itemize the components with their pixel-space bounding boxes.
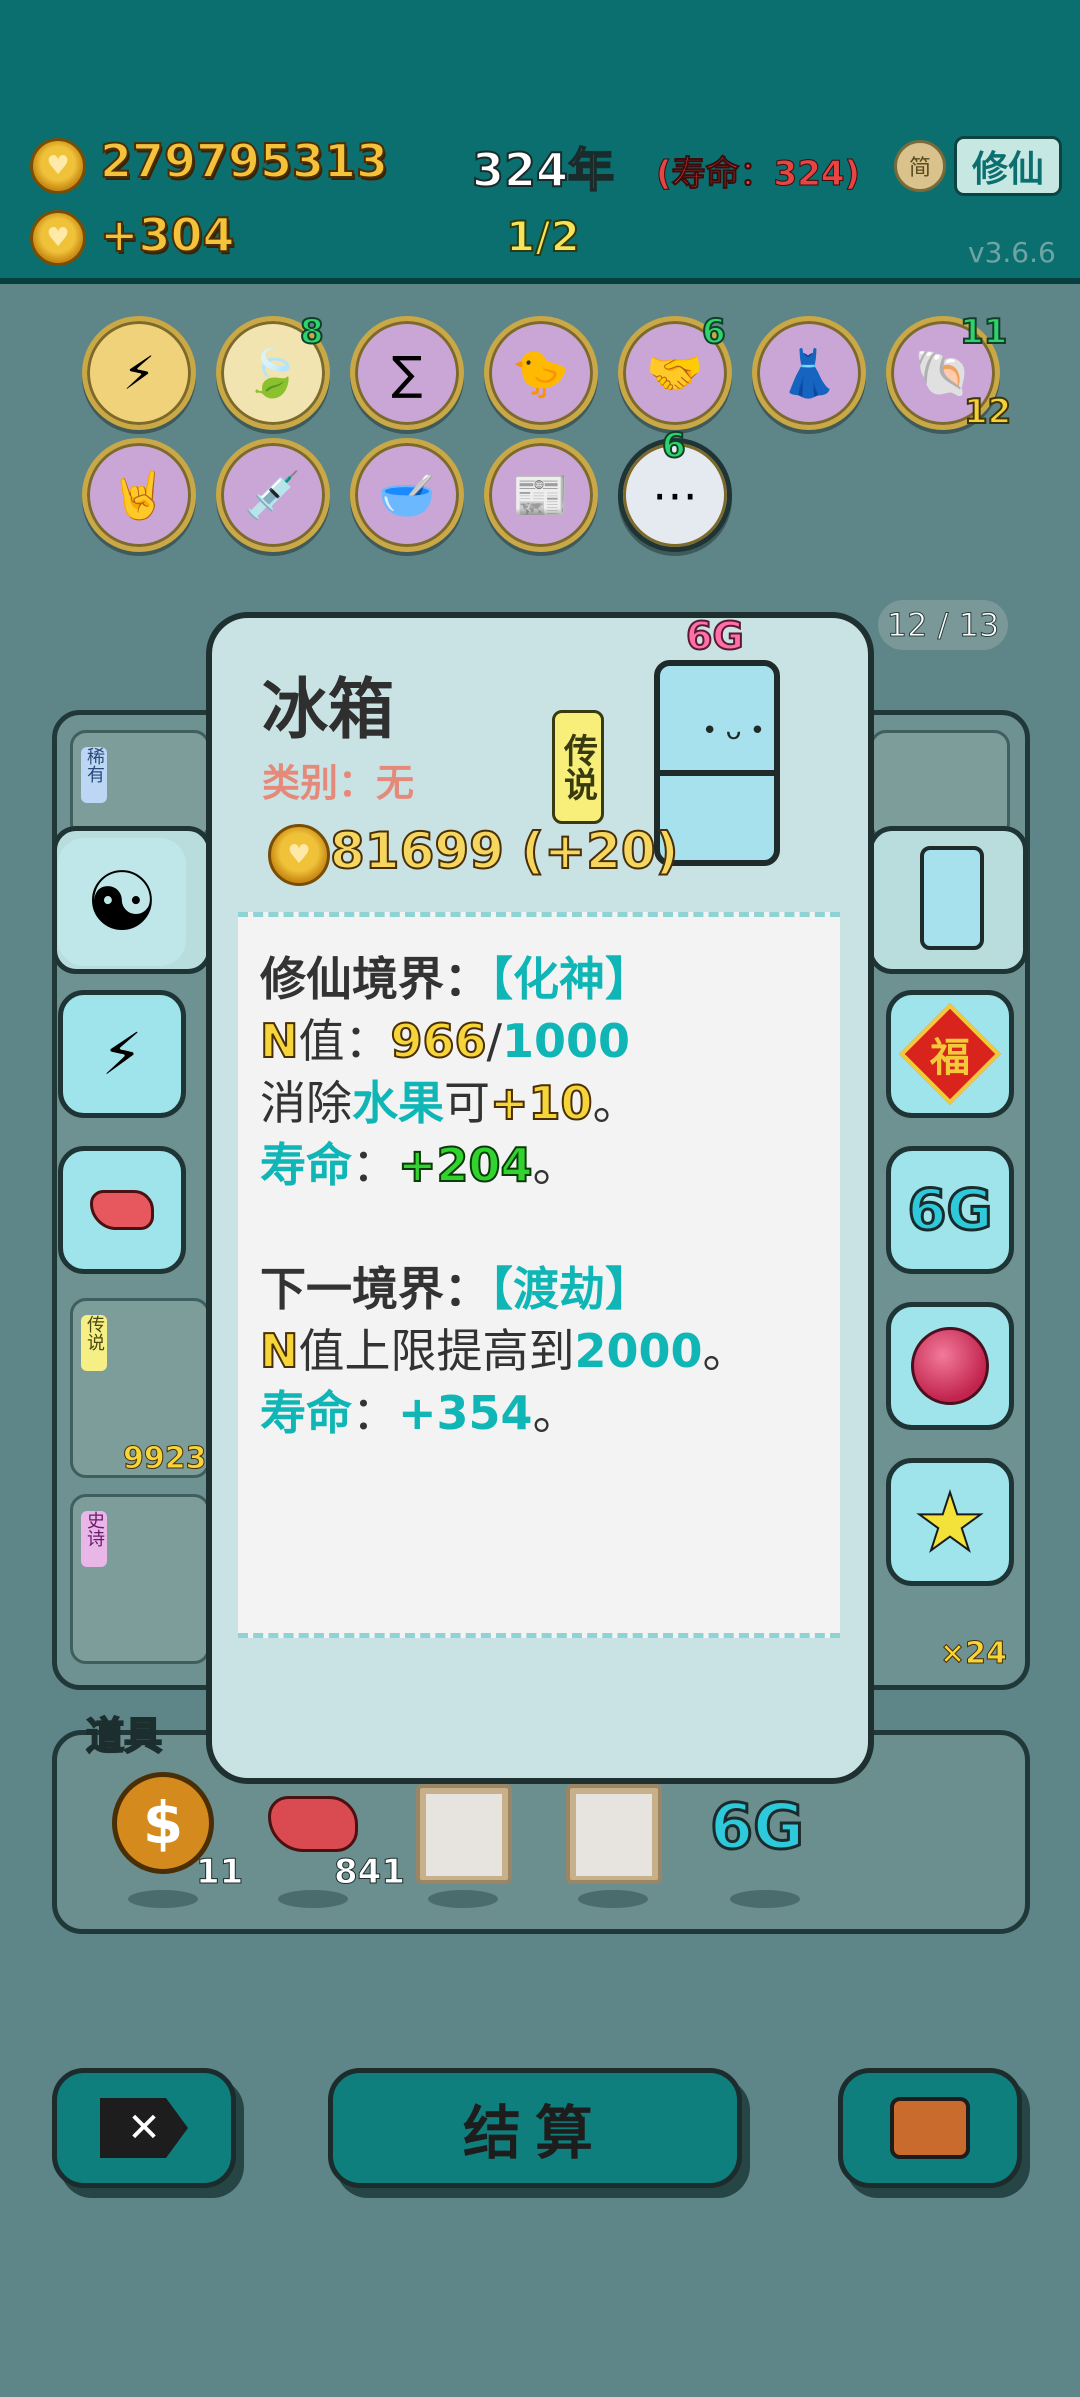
tools-label: 道具	[85, 1713, 163, 1759]
next-realm-value: 【渡劫】	[490, 1262, 651, 1316]
realm-label: 修仙境界：	[260, 952, 490, 1006]
lightning-icon[interactable]: ⚡	[82, 316, 196, 430]
tool-count: 11	[195, 1852, 244, 1893]
syringe-chick-icon[interactable]: 💉	[216, 438, 330, 552]
year-counter: 324年	[471, 142, 615, 198]
badge-count: 6	[701, 311, 727, 353]
liver-icon[interactable]	[58, 1146, 186, 1274]
n-max: 1000	[502, 1014, 631, 1068]
eliminate-prefix: 消除	[260, 1076, 352, 1130]
liver-icon[interactable]	[268, 1796, 358, 1852]
exit-button[interactable]: ✕	[52, 2068, 236, 2188]
coin-rate: +304	[99, 207, 236, 263]
period: 。	[532, 1386, 579, 1440]
skirt-icon[interactable]: 👗	[752, 316, 866, 430]
lifespan-label: (寿命：324)	[655, 154, 861, 195]
yin-yang-icon[interactable]: ☯	[58, 838, 186, 966]
board-card[interactable]	[870, 730, 1010, 840]
n-current: 966	[389, 1013, 487, 1069]
realm-line: 修仙境界：【化神】	[260, 943, 651, 1009]
rarity-tag: 传说	[552, 710, 604, 824]
life-label: 寿命	[260, 1386, 352, 1440]
tool-shadow	[128, 1890, 198, 1908]
life-label: 寿命	[260, 1138, 352, 1192]
empty-slot-icon[interactable]	[416, 1784, 512, 1884]
n-separator: /	[486, 1014, 503, 1068]
page-counter: 1/2	[505, 211, 581, 262]
lychee-icon[interactable]	[886, 1302, 1014, 1430]
exit-icon: ✕	[100, 2098, 188, 2158]
coin-icon: ♥	[268, 824, 330, 886]
eliminate-line: 消除水果可+10。	[260, 1067, 639, 1133]
board-card[interactable]: 传说 9923	[70, 1298, 210, 1478]
n-value-line: N值：966/1000	[259, 1005, 631, 1071]
bowl-icon[interactable]: 🥣	[350, 438, 464, 552]
tool-shadow	[578, 1890, 648, 1908]
6g-tag: 6G	[685, 613, 745, 659]
6g-icon[interactable]: 6G	[708, 1789, 805, 1865]
item-count: ×24	[940, 1636, 1008, 1672]
period: 。	[702, 1324, 749, 1378]
period: 。	[532, 1138, 579, 1192]
n-cap-text: 值上限提高到	[298, 1324, 575, 1378]
realm-value: 【化神】	[490, 952, 651, 1006]
next-life-value: +354	[398, 1386, 533, 1440]
tool-shadow	[730, 1890, 800, 1908]
badge-count: 8	[299, 311, 325, 353]
rarity-tag: 史诗	[81, 1511, 107, 1567]
xiuxian-button[interactable]: 修仙	[954, 136, 1062, 196]
card-number: 9923	[123, 1441, 207, 1477]
version-label: v3.6.6	[968, 236, 1056, 269]
6g-icon[interactable]: 6G	[886, 1146, 1014, 1274]
coin-rate-icon: ♥	[30, 210, 86, 266]
item-price: 81699 (+20)	[329, 821, 680, 881]
star-icon[interactable]: ★	[886, 1458, 1014, 1586]
tool-shadow	[428, 1890, 498, 1908]
badge-count-2: 12	[963, 391, 1012, 433]
badge-count: 6	[661, 425, 687, 467]
n-cap-value: 2000	[574, 1324, 703, 1378]
lightning-icon[interactable]: ⚡	[58, 990, 186, 1118]
empty-slot-icon[interactable]	[566, 1784, 662, 1884]
coin-icon: ♥	[30, 138, 86, 194]
item-name: 冰箱	[262, 671, 394, 748]
next-life-line: 寿命：+354。	[260, 1377, 579, 1443]
formula-icon[interactable]: ∑	[350, 316, 464, 430]
board-card[interactable]: 稀有	[70, 730, 210, 840]
life-value: +204	[397, 1137, 534, 1193]
life-colon: ：	[352, 1138, 398, 1192]
badge-count: 11	[959, 311, 1008, 353]
settle-button[interactable]: 结算	[328, 2068, 742, 2188]
briefcase-icon	[890, 2097, 970, 2159]
rarity-tag: 传说	[81, 1315, 107, 1371]
life-colon: ：	[352, 1386, 398, 1440]
eliminate-mid: 可	[444, 1076, 490, 1130]
next-realm-label: 下一境界：	[260, 1262, 490, 1316]
item-info-panel: 修仙境界：【化神】 N值：966/1000 消除水果可+10。 寿命：+204。…	[238, 912, 840, 1638]
n-label: 值：	[298, 1014, 391, 1068]
eliminate-target: 水果	[352, 1076, 444, 1130]
bag-button[interactable]	[838, 2068, 1022, 2188]
simplified-toggle[interactable]: 简	[894, 140, 946, 192]
fu-char: 福	[930, 1035, 970, 1081]
next-realm-line: 下一境界：【渡劫】	[260, 1253, 651, 1319]
period: 。	[592, 1076, 639, 1130]
item-category: 类别：无	[262, 761, 415, 805]
rarity-tag: 稀有	[81, 747, 107, 803]
eliminate-bonus: +10	[489, 1075, 594, 1131]
life-line: 寿命：+204。	[260, 1129, 579, 1195]
rock-hand-icon[interactable]: 🤘	[82, 438, 196, 552]
coin-total: 279795313	[99, 133, 389, 189]
time-cover-icon[interactable]: 📰	[484, 438, 598, 552]
n-prefix: N	[259, 1013, 299, 1069]
page-indicator: 12 / 13	[878, 600, 1008, 650]
chick-icon[interactable]: 🐤	[484, 316, 598, 430]
tool-shadow	[278, 1890, 348, 1908]
n-prefix: N	[259, 1323, 299, 1379]
tool-count: 841	[334, 1852, 406, 1893]
fu-icon[interactable]: 福	[886, 990, 1014, 1118]
n-cap-line: N值上限提高到2000。	[259, 1315, 749, 1381]
board-card[interactable]: 史诗	[70, 1494, 210, 1664]
fridge-icon[interactable]	[920, 846, 984, 950]
